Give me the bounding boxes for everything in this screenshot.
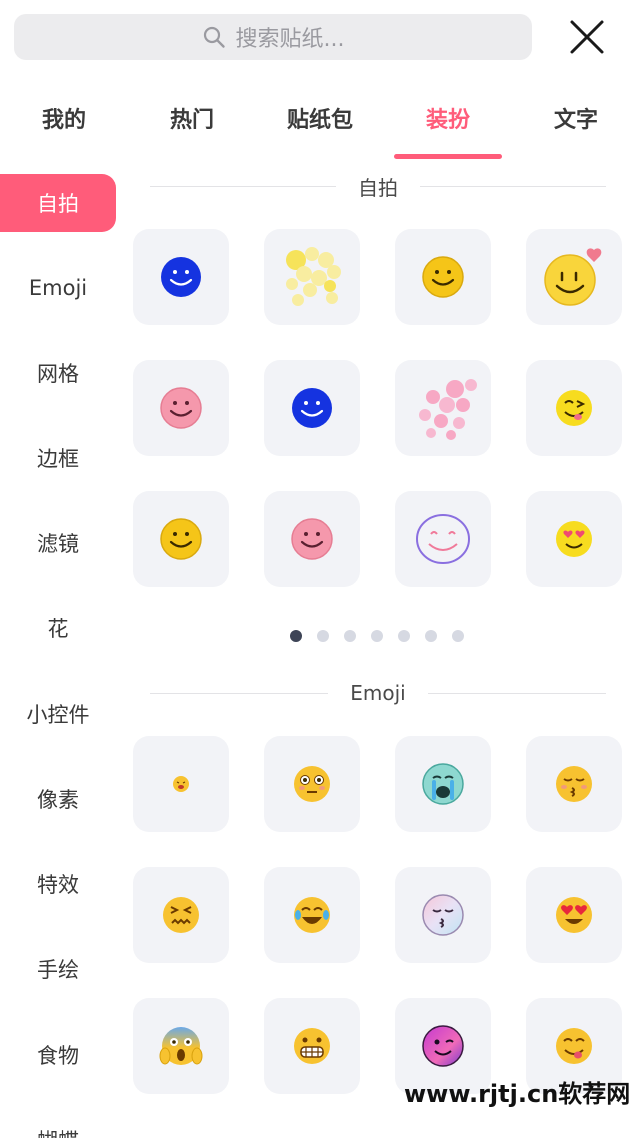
sidebar-item-food[interactable]: 食物 (0, 1026, 116, 1084)
page-dot[interactable] (425, 630, 437, 642)
page-dot[interactable] (344, 630, 356, 642)
tab-mine[interactable]: 我的 (42, 102, 86, 134)
sidebar-item-filter[interactable]: 滤镜 (0, 514, 116, 572)
close-icon[interactable] (566, 16, 608, 58)
winking-tongue-smiley-sticker[interactable] (526, 360, 622, 456)
crying-emoji-sticker[interactable] (395, 736, 491, 832)
confounded-emoji-sticker[interactable] (133, 867, 229, 963)
section-title-selfie: 自拍 (150, 171, 606, 201)
screaming-emoji-sticker[interactable] (133, 998, 229, 1094)
divider (420, 185, 606, 187)
grimacing-emoji-sticker[interactable] (264, 998, 360, 1094)
yellow-smiley-sticker[interactable] (395, 229, 491, 325)
sidebar-item-emoji[interactable]: Emoji (0, 259, 116, 317)
tab-popular[interactable]: 热门 (170, 102, 214, 134)
page-dot[interactable] (317, 630, 329, 642)
page-dot[interactable] (371, 630, 383, 642)
flushed-emoji-sticker[interactable] (264, 736, 360, 832)
pink-smiley-sticker[interactable] (264, 491, 360, 587)
blue-smiley-sticker[interactable] (264, 360, 360, 456)
outline-smiley-sticker[interactable] (395, 491, 491, 587)
yellow-heart-smiley-sticker[interactable] (526, 229, 622, 325)
pink-smiley-sticker[interactable] (133, 360, 229, 456)
divider (150, 692, 329, 694)
pastel-kissing-emoji-sticker[interactable] (395, 867, 491, 963)
watermark: www.rjtj.cn软荐网 (404, 1080, 631, 1108)
category-tabs: 我的 热门 贴纸包 装扮 文字 (0, 96, 640, 160)
tab-text[interactable]: 文字 (554, 102, 598, 134)
divider (150, 185, 336, 187)
sidebar-item-pixel[interactable]: 像素 (0, 770, 116, 828)
sidebar-item-selfie[interactable]: 自拍 (0, 174, 116, 232)
sidebar-item-border[interactable]: 边框 (0, 429, 116, 487)
blue-smiley-sticker[interactable] (133, 229, 229, 325)
yellow-dots-sticker[interactable] (264, 229, 360, 325)
sidebar-item-effects[interactable]: 特效 (0, 855, 116, 913)
laughing-tears-emoji-sticker[interactable] (264, 867, 360, 963)
sidebar-item-grid[interactable]: 网格 (0, 344, 116, 402)
search-icon (202, 25, 226, 49)
sidebar-item-widget[interactable]: 小控件 (0, 685, 116, 743)
sidebar-item-flower[interactable]: 花 (0, 599, 116, 657)
search-input[interactable]: 搜索贴纸... (236, 21, 345, 53)
search-bar[interactable]: 搜索贴纸... (14, 14, 532, 60)
active-tab-indicator (394, 154, 502, 159)
sidebar-item-hand-drawn[interactable]: 手绘 (0, 940, 116, 998)
page-dot[interactable] (398, 630, 410, 642)
page-dot[interactable] (290, 630, 302, 642)
section-title-emoji: Emoji (150, 678, 606, 708)
tiny-emoji-sticker[interactable] (133, 736, 229, 832)
yellow-smiley-sticker[interactable] (133, 491, 229, 587)
section-title-text: 自拍 (358, 175, 398, 200)
pink-dots-sticker[interactable] (395, 360, 491, 456)
page-indicator (290, 630, 479, 642)
tab-dress-up[interactable]: 装扮 (426, 102, 470, 134)
kissing-emoji-sticker[interactable] (526, 736, 622, 832)
tab-sticker-packs[interactable]: 贴纸包 (287, 102, 353, 134)
heart-eyes-smiley-sticker[interactable] (526, 491, 622, 587)
section-title-text: Emoji (350, 681, 406, 705)
divider (427, 692, 606, 694)
page-dot[interactable] (452, 630, 464, 642)
sidebar-item-butterfly[interactable]: 蝴蝶 (0, 1111, 116, 1138)
heart-eyes-emoji-sticker[interactable] (526, 867, 622, 963)
sidebar: 自拍 Emoji 网格 边框 滤镜 花 小控件 像素 特效 手绘 食物 蝴蝶 (0, 174, 116, 1138)
